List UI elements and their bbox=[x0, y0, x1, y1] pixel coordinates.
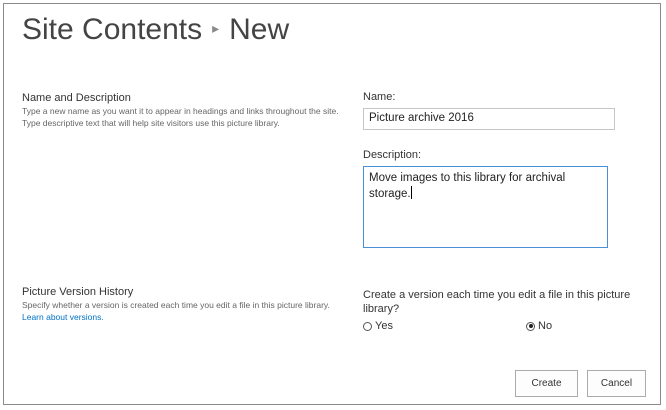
name-input[interactable]: Picture archive 2016 bbox=[363, 108, 615, 130]
description-textarea[interactable]: Move images to this library for archival… bbox=[363, 166, 608, 248]
description-label: Description: bbox=[363, 149, 422, 161]
breadcrumb-site-contents[interactable]: Site Contents bbox=[22, 13, 202, 46]
radio-yes[interactable]: Yes bbox=[363, 320, 393, 332]
page-title: Site Contents ▸ New bbox=[22, 13, 289, 47]
name-label: Name: bbox=[363, 91, 396, 103]
breadcrumb-separator-icon: ▸ bbox=[212, 19, 220, 36]
radio-no-selected-circle-icon bbox=[526, 321, 535, 331]
version-question: Create a version each time you edit a fi… bbox=[363, 289, 631, 315]
description-text: Move images to this library for archival… bbox=[369, 172, 566, 200]
radio-yes-circle-icon bbox=[363, 321, 372, 331]
version-section-heading: Picture Version History bbox=[22, 286, 134, 298]
cancel-button[interactable]: Cancel bbox=[587, 370, 646, 397]
learn-about-versions-link[interactable]: Learn about versions. bbox=[22, 312, 104, 322]
radio-no[interactable]: No bbox=[526, 320, 552, 332]
radio-no-label: No bbox=[538, 320, 553, 332]
version-section-description: Specify whether a version is created eac… bbox=[22, 299, 342, 323]
radio-yes-label: Yes bbox=[375, 320, 393, 332]
name-section-heading: Name and Description bbox=[22, 92, 131, 104]
page-frame: Site Contents ▸ New Name and Description T… bbox=[3, 3, 661, 405]
text-caret bbox=[410, 186, 412, 199]
version-description-text: Specify whether a version is created eac… bbox=[22, 300, 330, 310]
create-button[interactable]: Create bbox=[515, 370, 578, 397]
name-section-description: Type a new name as you want it to appear… bbox=[22, 106, 339, 128]
breadcrumb-current: New bbox=[229, 13, 290, 46]
